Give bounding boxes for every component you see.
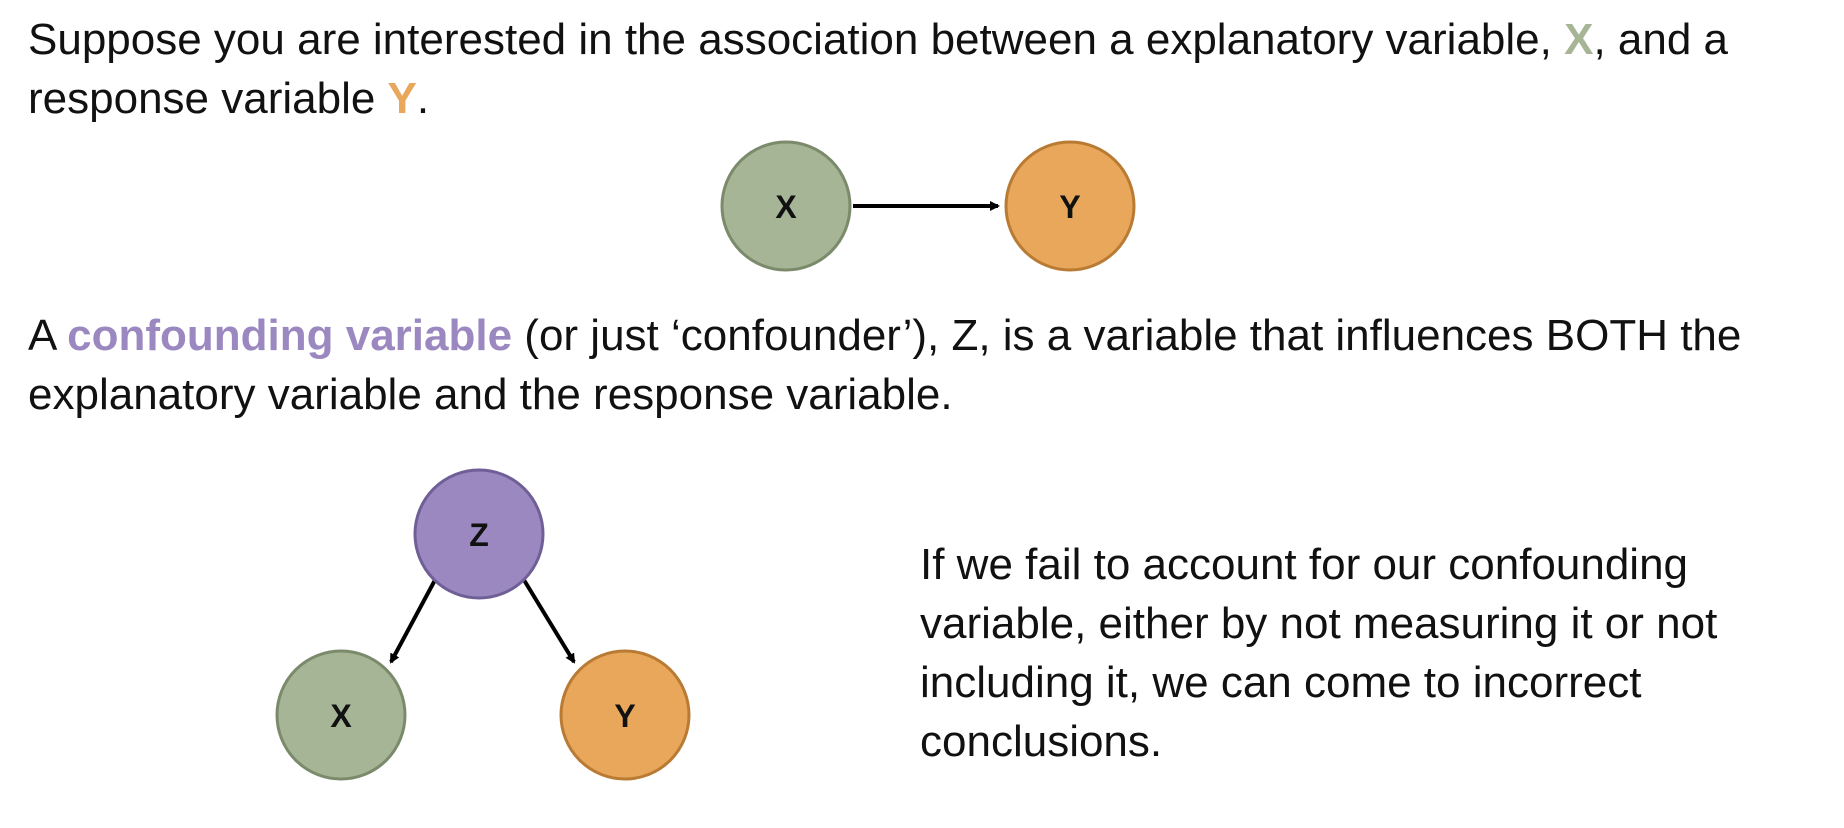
x-node-label: X	[775, 189, 797, 225]
z-to-y-arrow	[522, 578, 576, 664]
direct-association-diagram: X Y	[720, 140, 1136, 272]
z-to-x-arrow	[389, 579, 437, 664]
diagrams-canvas: X Y Z X Y	[275, 140, 1136, 781]
x-node-label: X	[330, 698, 352, 734]
confounder-diagram: Z X Y	[275, 468, 691, 781]
y-node-label: Y	[614, 698, 635, 734]
y-node-label: Y	[1059, 189, 1080, 225]
z-node-label: Z	[469, 517, 489, 553]
